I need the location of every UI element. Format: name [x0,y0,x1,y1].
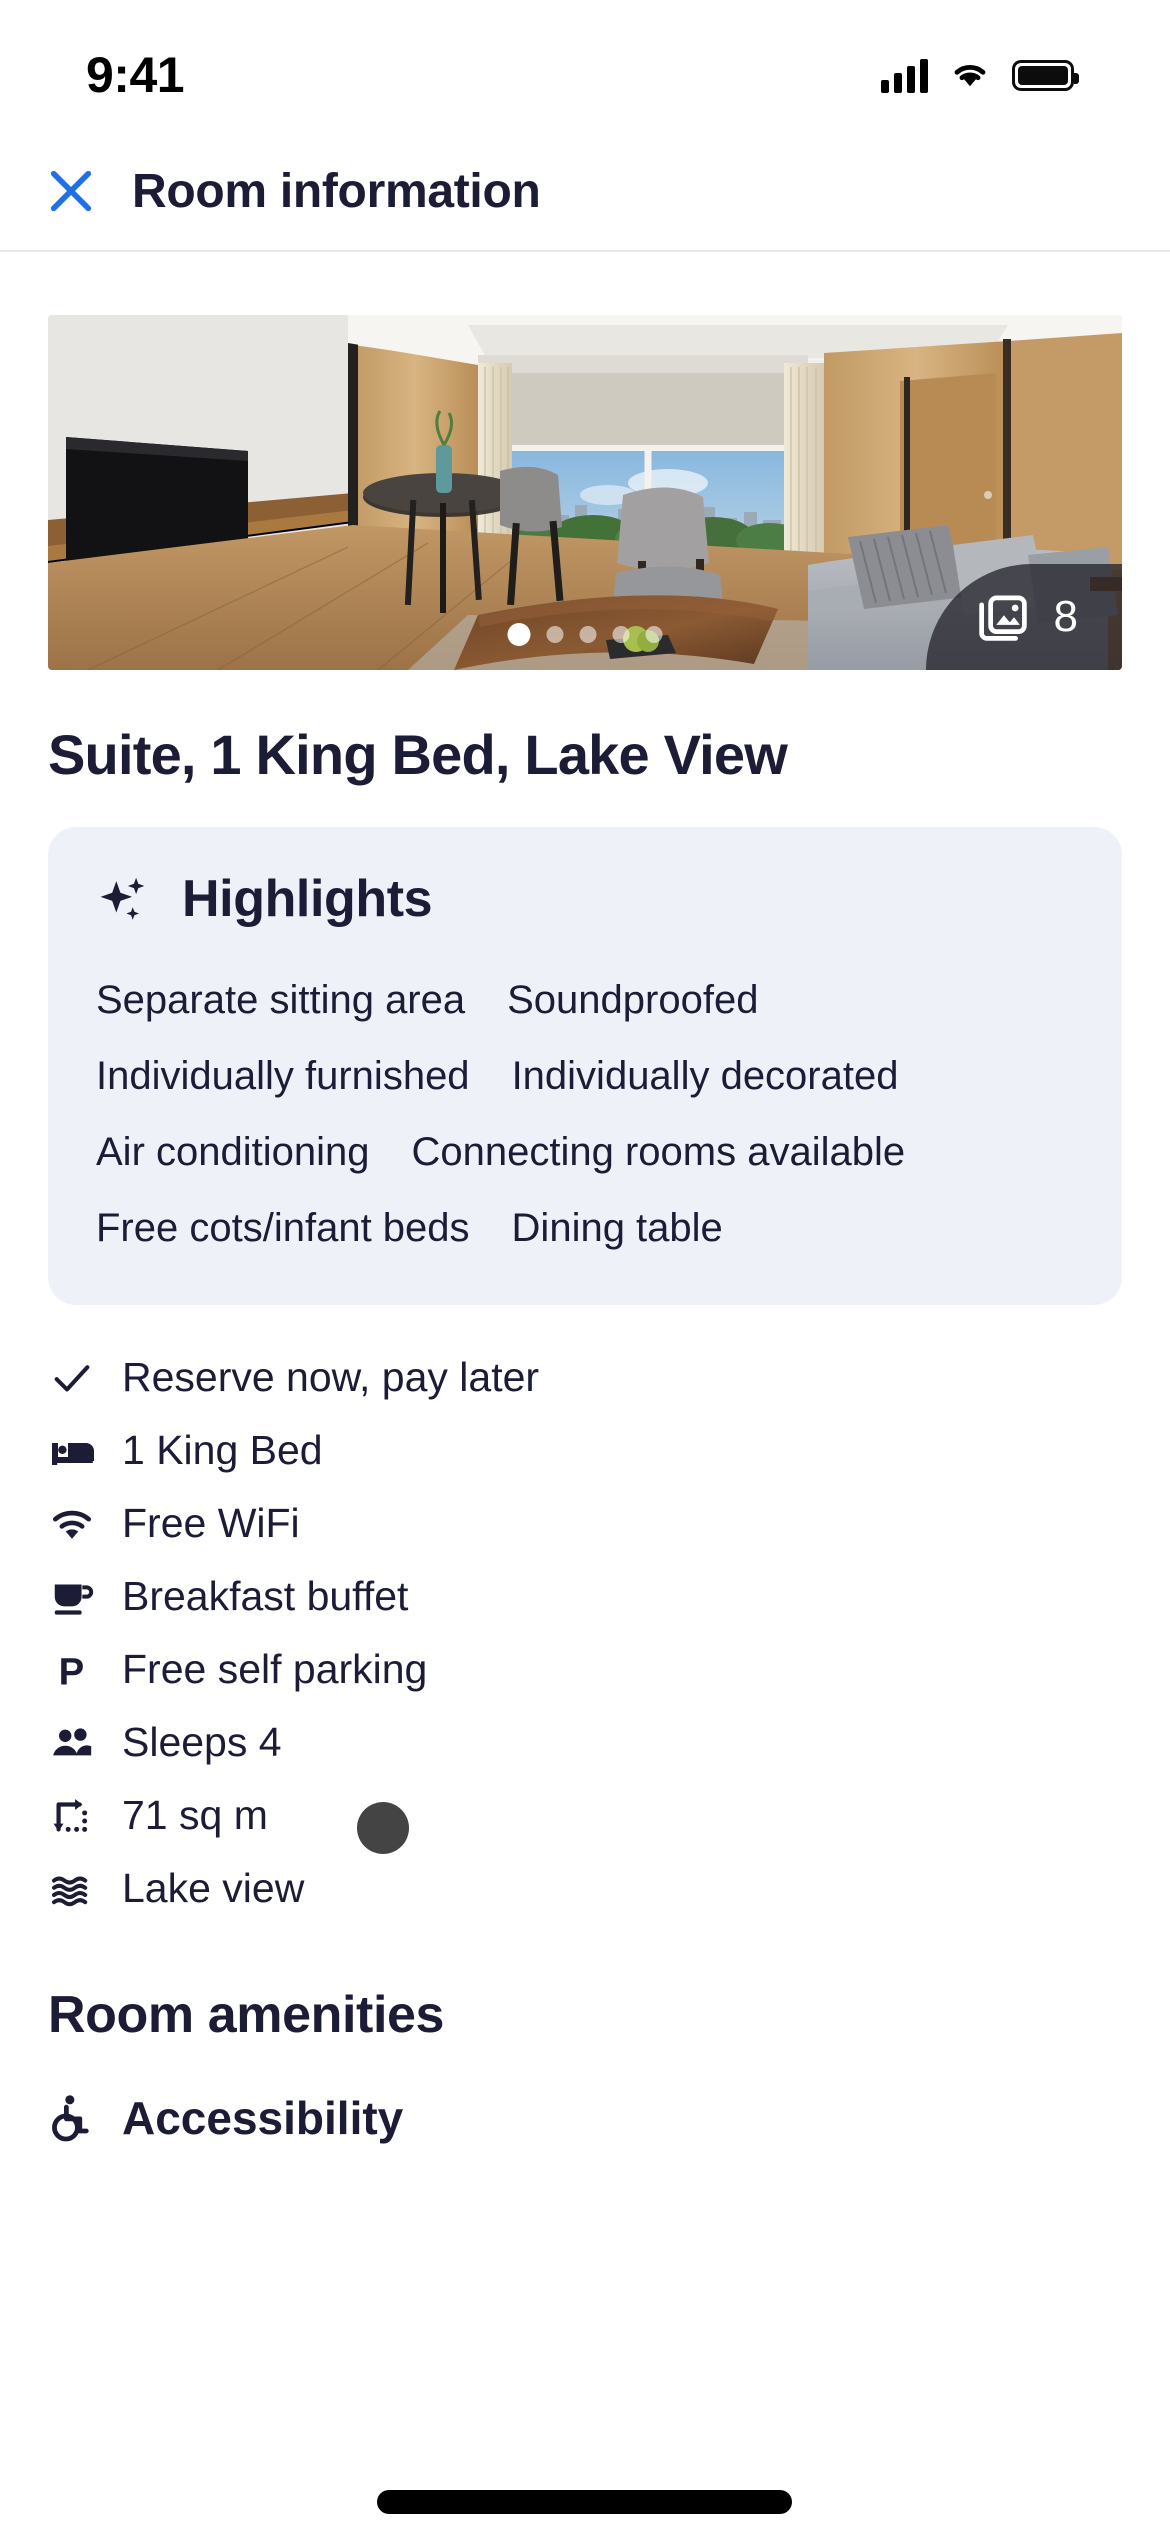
amenity-row-sleeps: Sleeps 4 [36,1706,1122,1779]
status-bar-icons [881,38,1079,95]
page-title: Room information [132,164,541,218]
photo-stack-icon [978,595,1027,641]
carousel-dot-5[interactable] [645,626,663,643]
sparkle-icon [100,877,145,920]
amenity-row-area: 71 sq m [36,1779,1122,1852]
highlight-tag: Individually furnished [96,1054,470,1098]
cellular-signal-icon [881,57,928,93]
highlight-tag: Separate sitting area [96,978,466,1022]
photo-count-value: 8 [1053,592,1078,641]
amenity-row-view: Lake view [36,1852,1122,1925]
check-icon [36,1355,108,1401]
close-x-icon [50,170,92,212]
amenity-label: 71 sq m [122,1792,268,1838]
bed-icon [36,1427,108,1475]
phone-screen: 9:41 Room information 8 Suite, 1 King Be… [0,0,1170,2532]
room-title: Suite, 1 King Bed, Lake View [48,723,788,786]
amenity-row-parking: P Free self parking [36,1633,1122,1706]
people-icon [36,1719,108,1767]
status-bar: 9:41 [0,0,1170,132]
amenity-label: Free WiFi [122,1500,300,1546]
highlight-tag: Air conditioning [96,1130,370,1174]
home-indicator [377,2490,792,2514]
image-carousel[interactable]: 8 [48,315,1122,670]
waves-icon [36,1865,108,1913]
parking-icon: P [36,1647,108,1693]
amenity-label: Breakfast buffet [122,1573,409,1619]
carousel-pagination-dots[interactable] [507,623,663,646]
content-scroll-area[interactable]: 8 Suite, 1 King Bed, Lake View Highlight… [0,252,1170,2532]
touch-indicator [357,1802,409,1854]
amenity-row-wifi: Free WiFi [36,1487,1122,1560]
amenity-row-reserve-now-pay-later: Reserve now, pay later [36,1341,1122,1414]
coffee-cup-icon [36,1574,108,1620]
highlight-tag: Free cots/infant beds [96,1206,470,1250]
highlight-tag: Soundproofed [507,978,759,1022]
nav-header: Room information [0,132,1170,252]
amenity-list: Reserve now, pay later 1 King Bed Free W… [36,1341,1122,1925]
svg-text:P: P [59,1650,85,1693]
highlights-card: Highlights Separate sitting area Soundpr… [48,827,1122,1305]
highlight-tag: Dining table [511,1206,723,1250]
battery-full-icon [1012,59,1079,91]
carousel-dot-1[interactable] [507,623,531,646]
wifi-icon [948,56,992,95]
room-amenities-heading: Room amenities [48,1986,445,2044]
amenity-label: 1 King Bed [122,1427,323,1473]
highlights-tag-list: Separate sitting area Soundproofed Indiv… [96,969,1074,1259]
room-amenities-item-label: Accessibility [122,2092,404,2144]
wifi-icon [36,1500,108,1548]
highlight-tag: Connecting rooms available [411,1130,906,1174]
amenity-label: Sleeps 4 [122,1719,282,1765]
room-amenities-item-accessibility[interactable]: Accessibility [36,2091,1122,2145]
highlights-header: Highlights [96,869,1074,929]
amenity-label: Reserve now, pay later [122,1354,540,1400]
carousel-dot-2[interactable] [546,626,564,643]
amenity-label: Free self parking [122,1646,428,1692]
carousel-dot-3[interactable] [579,626,597,643]
close-button[interactable] [36,156,106,226]
status-bar-time: 9:41 [86,47,185,103]
amenity-row-bed: 1 King Bed [36,1414,1122,1487]
carousel-dot-4[interactable] [612,626,630,643]
area-size-icon [36,1793,108,1839]
highlights-title: Highlights [182,870,433,928]
highlight-tag: Individually decorated [511,1054,899,1098]
amenity-label: Lake view [122,1865,305,1911]
accessibility-icon [36,2092,108,2144]
amenity-row-breakfast: Breakfast buffet [36,1560,1122,1633]
